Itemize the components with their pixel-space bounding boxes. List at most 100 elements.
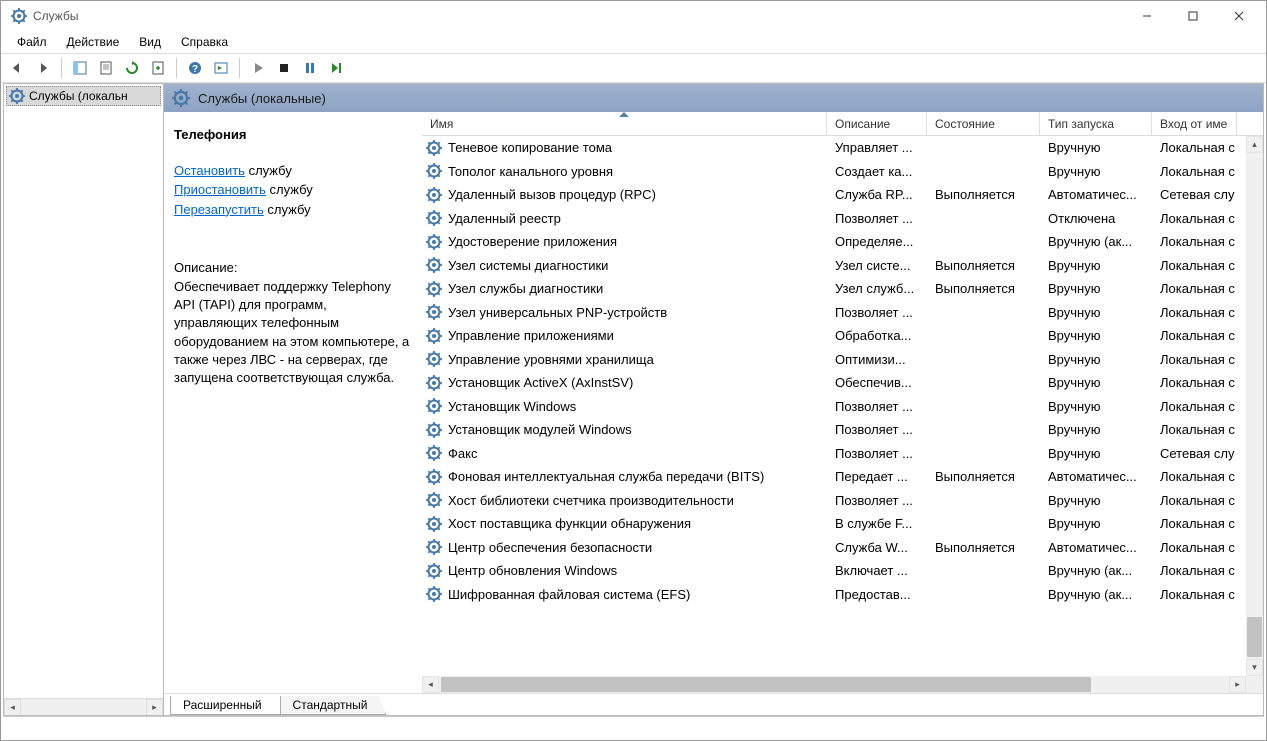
service-row[interactable]: Центр обновления WindowsВключает ...Вруч… <box>422 559 1263 583</box>
service-name-text: Установщик ActiveX (AxInstSV) <box>448 375 633 390</box>
service-row[interactable]: Удаленный вызов процедур (RPC)Служба RP.… <box>422 183 1263 207</box>
show-hide-tree-button[interactable] <box>68 56 92 80</box>
menu-file[interactable]: Файл <box>7 32 57 52</box>
gear-icon <box>426 492 442 508</box>
cell-logon: Сетевая слу <box>1152 187 1237 202</box>
start-service-button[interactable] <box>246 56 270 80</box>
scroll-thumb[interactable] <box>441 677 1091 692</box>
cell-logon: Локальная с <box>1152 493 1237 508</box>
restart-service-button[interactable] <box>324 56 348 80</box>
service-row[interactable]: Узел службы диагностикиУзел служб...Выпо… <box>422 277 1263 301</box>
column-name[interactable]: Имя <box>422 112 827 135</box>
service-row[interactable]: Хост поставщика функции обнаруженияВ слу… <box>422 512 1263 536</box>
service-row[interactable]: Установщик WindowsПозволяет ...ВручнуюЛо… <box>422 395 1263 419</box>
action-button[interactable] <box>209 56 233 80</box>
close-button[interactable] <box>1216 1 1262 31</box>
cell-name: Центр обеспечения безопасности <box>422 539 827 555</box>
cell-startup: Отключена <box>1040 211 1152 226</box>
service-row[interactable]: Узел системы диагностикиУзел систе...Вып… <box>422 254 1263 278</box>
action-stop-line: Остановить службу <box>174 162 412 180</box>
scroll-down-button[interactable]: ▾ <box>1246 659 1263 676</box>
column-state[interactable]: Состояние <box>927 112 1040 135</box>
cell-description: Оптимизи... <box>827 352 927 367</box>
gear-icon <box>426 539 442 555</box>
service-row[interactable]: Удостоверение приложенияОпределяе...Вруч… <box>422 230 1263 254</box>
cell-logon: Локальная с <box>1152 399 1237 414</box>
service-name-text: Теневое копирование тома <box>448 140 612 155</box>
tab-extended[interactable]: Расширенный <box>170 696 281 715</box>
scroll-right-button[interactable]: ▸ <box>1229 676 1246 693</box>
menu-help[interactable]: Справка <box>171 32 238 52</box>
toolbar-separator <box>176 58 177 78</box>
maximize-button[interactable] <box>1170 1 1216 31</box>
stop-service-button[interactable] <box>272 56 296 80</box>
cell-name: Центр обновления Windows <box>422 563 827 579</box>
tree-node-services-local[interactable]: Службы (локальн <box>6 86 161 106</box>
service-row[interactable]: Узел универсальных PNP-устройствПозволяе… <box>422 301 1263 325</box>
service-name-text: Факс <box>448 446 477 461</box>
column-logon[interactable]: Вход от име <box>1152 112 1237 135</box>
service-row[interactable]: ФаксПозволяет ...ВручнуюСетевая слу <box>422 442 1263 466</box>
cell-description: Создает ка... <box>827 164 927 179</box>
cell-logon: Локальная с <box>1152 140 1237 155</box>
service-row[interactable]: Установщик ActiveX (AxInstSV)Обеспечив..… <box>422 371 1263 395</box>
window-title: Службы <box>33 9 1124 23</box>
tab-standard[interactable]: Стандартный <box>280 696 387 715</box>
detail-panel: Телефония Остановить службу Приостановит… <box>164 112 422 693</box>
cell-startup: Вручную (ак... <box>1040 234 1152 249</box>
menu-view[interactable]: Вид <box>129 32 171 52</box>
action-restart-line: Перезапустить службу <box>174 201 412 219</box>
cell-name: Управление уровнями хранилища <box>422 351 827 367</box>
export-button[interactable] <box>146 56 170 80</box>
pause-link[interactable]: Приостановить <box>174 182 266 197</box>
column-startup[interactable]: Тип запуска <box>1040 112 1152 135</box>
service-name-text: Центр обновления Windows <box>448 563 617 578</box>
gear-icon <box>172 89 190 107</box>
app-icon <box>11 8 27 24</box>
scroll-track[interactable] <box>439 676 1229 693</box>
minimize-button[interactable] <box>1124 1 1170 31</box>
service-row[interactable]: Удаленный реестрПозволяет ...ОтключенаЛо… <box>422 207 1263 231</box>
service-row[interactable]: Установщик модулей WindowsПозволяет ...В… <box>422 418 1263 442</box>
cell-logon: Локальная с <box>1152 164 1237 179</box>
pause-service-button[interactable] <box>298 56 322 80</box>
service-row[interactable]: Фоновая интеллектуальная служба передачи… <box>422 465 1263 489</box>
service-row[interactable]: Управление уровнями хранилищаОптимизи...… <box>422 348 1263 372</box>
header-band: Службы (локальные) <box>164 84 1263 112</box>
service-name-text: Фоновая интеллектуальная служба передачи… <box>448 469 764 484</box>
refresh-button[interactable] <box>120 56 144 80</box>
service-row[interactable]: Тополог канального уровняСоздает ка...Вр… <box>422 160 1263 184</box>
properties-button[interactable] <box>94 56 118 80</box>
scroll-left-button[interactable]: ◂ <box>422 676 439 693</box>
service-row[interactable]: Хост библиотеки счетчика производительно… <box>422 489 1263 513</box>
cell-startup: Вручную <box>1040 399 1152 414</box>
scroll-left-button[interactable]: ◂ <box>4 699 21 716</box>
cell-logon: Сетевая слу <box>1152 446 1237 461</box>
tree-node-label: Службы (локальн <box>29 89 128 103</box>
list-vscroll[interactable]: ▴ ▾ <box>1246 136 1263 676</box>
service-row[interactable]: Управление приложениямиОбработка...Вручн… <box>422 324 1263 348</box>
forward-button[interactable] <box>31 56 55 80</box>
cell-name: Хост поставщика функции обнаружения <box>422 516 827 532</box>
column-description[interactable]: Описание <box>827 112 927 135</box>
tree-hscroll[interactable]: ◂ ▸ <box>4 698 163 715</box>
cell-description: Позволяет ... <box>827 493 927 508</box>
menu-action[interactable]: Действие <box>57 32 130 52</box>
gear-icon <box>426 422 442 438</box>
cell-logon: Локальная с <box>1152 516 1237 531</box>
restart-link[interactable]: Перезапустить <box>174 202 264 217</box>
service-row[interactable]: Центр обеспечения безопасностиСлужба W..… <box>422 536 1263 560</box>
scroll-right-button[interactable]: ▸ <box>146 699 163 716</box>
scroll-up-button[interactable]: ▴ <box>1246 136 1263 153</box>
cell-name: Установщик Windows <box>422 398 827 414</box>
scroll-track[interactable] <box>1246 153 1263 659</box>
stop-link[interactable]: Остановить <box>174 163 245 178</box>
service-row[interactable]: Теневое копирование томаУправляет ...Вру… <box>422 136 1263 160</box>
service-row[interactable]: Шифрованная файловая система (EFS)Предос… <box>422 583 1263 607</box>
scroll-thumb[interactable] <box>1247 617 1262 657</box>
list-hscroll[interactable]: ◂ ▸ <box>422 676 1246 693</box>
help-button[interactable]: ? <box>183 56 207 80</box>
cell-logon: Локальная с <box>1152 305 1237 320</box>
back-button[interactable] <box>5 56 29 80</box>
scroll-track[interactable] <box>21 699 146 716</box>
